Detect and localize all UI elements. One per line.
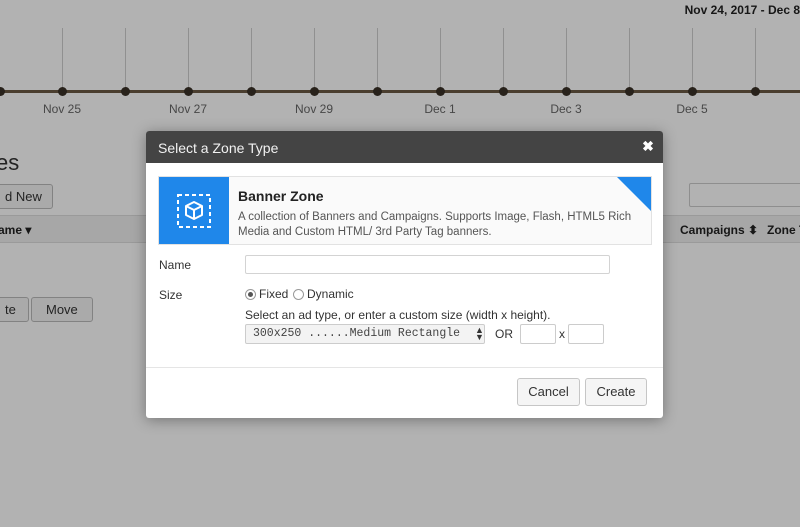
dialog-header: Select a Zone Type ✖ — [146, 131, 663, 163]
cube-icon — [177, 194, 211, 228]
size-dynamic-label[interactable]: Dynamic — [307, 287, 354, 301]
zone-type-dialog: Select a Zone Type ✖ Banner Zone A colle… — [146, 131, 663, 418]
zone-card-description: A collection of Banners and Campaigns. S… — [238, 211, 632, 238]
size-hint-text: Select an ad type, or enter a custom siz… — [245, 308, 551, 322]
dialog-title: Select a Zone Type — [158, 140, 279, 156]
or-label: OR — [495, 327, 513, 341]
cancel-button[interactable]: Cancel — [517, 378, 580, 406]
zone-icon-box — [159, 177, 229, 244]
zone-name-input[interactable] — [245, 255, 610, 274]
size-fixed-radio[interactable] — [245, 289, 256, 300]
size-fixed-label[interactable]: Fixed — [259, 287, 288, 301]
height-input[interactable] — [568, 324, 604, 344]
width-input[interactable] — [520, 324, 556, 344]
size-label: Size — [159, 288, 183, 302]
name-label: Name — [159, 258, 192, 272]
ad-type-select[interactable]: 300x250 ......Medium Rectangle — [245, 324, 485, 344]
selected-corner-flag — [617, 177, 651, 211]
size-dynamic-radio[interactable] — [293, 289, 304, 300]
close-icon[interactable]: ✖ — [639, 137, 657, 155]
dialog-divider — [146, 367, 663, 368]
x-separator: x — [559, 327, 565, 341]
create-button[interactable]: Create — [585, 378, 647, 406]
zone-card-title: Banner Zone — [238, 188, 324, 204]
select-arrows-icon: ▲ ▼ — [475, 325, 484, 342]
banner-zone-option[interactable]: Banner Zone A collection of Banners and … — [158, 176, 652, 245]
